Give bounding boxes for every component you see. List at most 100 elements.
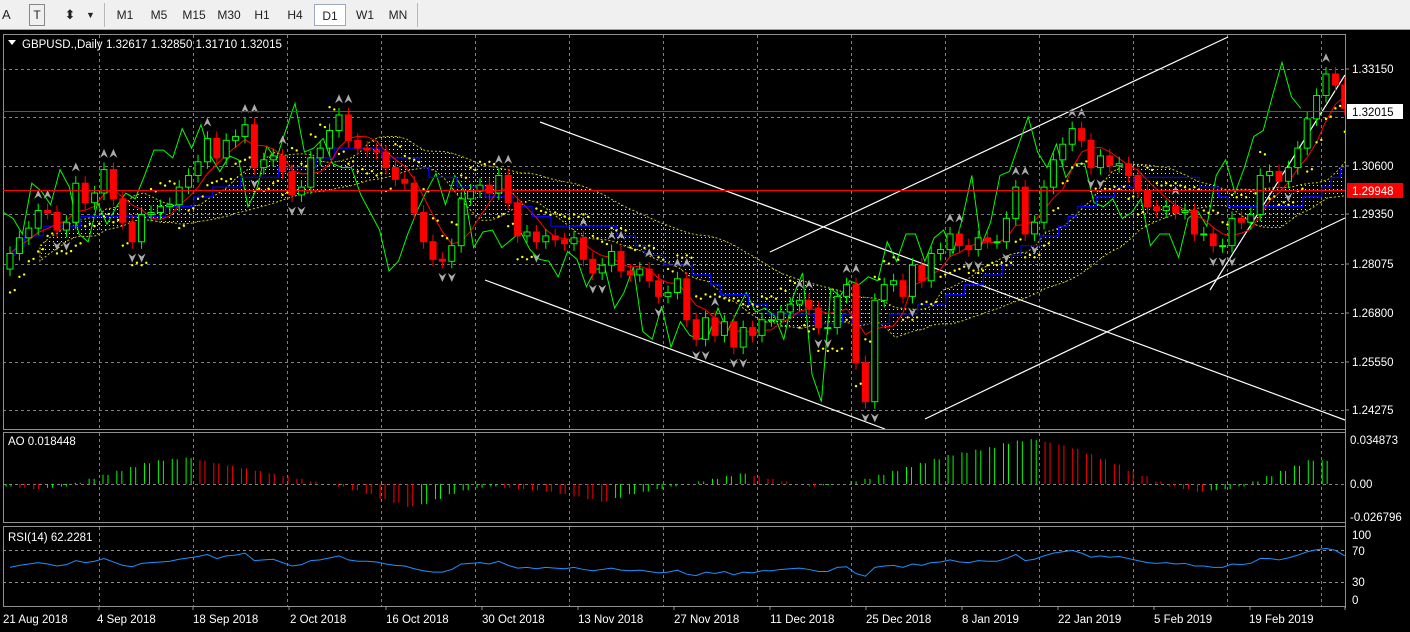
psar-dot bbox=[1301, 187, 1304, 190]
dropdown-triangle-icon[interactable] bbox=[8, 40, 16, 45]
psar-dot bbox=[206, 183, 209, 187]
psar-dot bbox=[417, 160, 421, 164]
awesome-oscillator-histogram bbox=[5, 439, 1328, 507]
psar-dot bbox=[939, 275, 942, 279]
text-tool-icon[interactable]: A bbox=[2, 4, 14, 26]
price-label: 1.33150 bbox=[1352, 64, 1394, 76]
ichimoku-cloud bbox=[39, 135, 1345, 339]
psar-dot bbox=[680, 256, 684, 259]
psar-dot bbox=[201, 195, 204, 198]
psar-dot bbox=[591, 234, 594, 238]
psar-dot bbox=[304, 164, 308, 168]
psar-dot bbox=[751, 302, 754, 306]
psar-dot bbox=[248, 156, 251, 159]
arrows-tool-icon[interactable]: ⬍ bbox=[60, 4, 80, 26]
psar-dot bbox=[817, 349, 820, 353]
psar-dot bbox=[1263, 153, 1267, 156]
bull-candle bbox=[777, 311, 785, 321]
psar-dot bbox=[13, 288, 16, 292]
bear-candle bbox=[1106, 155, 1114, 167]
psar-dot bbox=[1277, 203, 1281, 206]
timeframe-toolbar: A T ⬍ ▼ M1 M5 M15 M30 H1 H4 D1 W1 MN bbox=[0, 0, 1410, 30]
psar-dot bbox=[1226, 223, 1229, 226]
psar-dot bbox=[883, 260, 886, 263]
timeframe-m5-button[interactable]: M5 bbox=[144, 4, 174, 26]
psar-dot bbox=[596, 237, 599, 240]
psar-dot bbox=[586, 215, 590, 218]
psar-dot bbox=[239, 160, 242, 163]
bull-candle bbox=[166, 204, 174, 208]
psar-dot bbox=[521, 255, 524, 259]
psar-dot bbox=[32, 257, 35, 261]
bull-candle bbox=[833, 295, 841, 329]
psar-dot bbox=[948, 271, 952, 275]
bull-candle bbox=[664, 291, 672, 297]
text-label-tool-icon[interactable]: T bbox=[29, 4, 45, 26]
bear-candle bbox=[955, 233, 963, 247]
bear-candle bbox=[288, 171, 296, 196]
psar-dot bbox=[192, 207, 195, 210]
bear-candle bbox=[984, 237, 992, 243]
fractal-down-arrow bbox=[739, 358, 748, 368]
bear-candle bbox=[579, 237, 587, 260]
psar-dot bbox=[1259, 150, 1262, 154]
psar-dot bbox=[582, 213, 585, 216]
psar-dot bbox=[577, 215, 580, 218]
timeframe-mn-button[interactable]: MN bbox=[382, 4, 414, 26]
timeframe-d1-button[interactable]: D1 bbox=[314, 4, 346, 26]
psar-dot bbox=[234, 162, 237, 165]
psar-dot bbox=[704, 293, 707, 296]
bear-candle bbox=[730, 321, 738, 348]
timeframe-m15-button[interactable]: M15 bbox=[177, 4, 211, 26]
fractal-up-arrow bbox=[109, 148, 118, 158]
bear-candle bbox=[711, 317, 719, 336]
fractal-down-arrow bbox=[729, 358, 738, 368]
psar-dot bbox=[1221, 221, 1224, 224]
psar-dot bbox=[337, 152, 341, 156]
bull-candle bbox=[467, 190, 475, 200]
psar-dot bbox=[27, 260, 30, 263]
psar-dot bbox=[798, 326, 801, 329]
psar-dot bbox=[1066, 179, 1069, 183]
psar-dot bbox=[962, 265, 966, 268]
symbol-label: GBPUSD.,Daily bbox=[22, 39, 103, 51]
bull-candle bbox=[1181, 210, 1189, 213]
timeframe-h1-button[interactable]: H1 bbox=[248, 4, 276, 26]
psar-dot bbox=[1009, 261, 1013, 265]
date-label: 25 Dec 2018 bbox=[866, 614, 931, 626]
chevron-down-icon[interactable]: ▼ bbox=[86, 4, 96, 26]
timeframe-m30-button[interactable]: M30 bbox=[212, 4, 246, 26]
date-label: 19 Feb 2019 bbox=[1249, 614, 1314, 626]
date-label: 16 Oct 2018 bbox=[386, 614, 449, 626]
bull-candle bbox=[156, 206, 164, 213]
bear-candle bbox=[81, 182, 89, 204]
fractal-down-arrow bbox=[288, 206, 296, 216]
chart-header: GBPUSD.,Daily 1.32617 1.32850 1.31710 1.… bbox=[8, 39, 282, 51]
bull-candle bbox=[335, 114, 343, 132]
bear-candle bbox=[410, 182, 418, 213]
psar-dot bbox=[892, 256, 895, 259]
psar-dot bbox=[774, 297, 778, 300]
psar-dot bbox=[967, 271, 970, 275]
fractal-up-arrow bbox=[504, 154, 513, 164]
psar-dot bbox=[619, 226, 623, 230]
current-price-text: 1.32015 bbox=[1352, 107, 1394, 119]
timeframe-h4-button[interactable]: H4 bbox=[280, 4, 310, 26]
price-label: 1.26800 bbox=[1352, 308, 1394, 320]
psar-dot bbox=[826, 349, 829, 353]
psar-dot bbox=[1165, 182, 1168, 185]
timeframe-m1-button[interactable]: M1 bbox=[110, 4, 140, 26]
psar-dot bbox=[286, 191, 289, 194]
psar-dot bbox=[445, 237, 449, 240]
timeframe-w1-button[interactable]: W1 bbox=[350, 4, 380, 26]
ao-scale-label: 0.034873 bbox=[1350, 435, 1398, 447]
psar-dot bbox=[300, 162, 303, 165]
bear-candle bbox=[1237, 217, 1245, 223]
psar-dot bbox=[389, 187, 392, 190]
psar-dot bbox=[535, 207, 538, 210]
fractal-up-arrow bbox=[494, 154, 503, 164]
bear-candle bbox=[213, 137, 221, 159]
bull-candle bbox=[570, 237, 578, 245]
psar-dot bbox=[41, 247, 45, 251]
chart-canvas[interactable]: GBPUSD.,Daily 1.32617 1.32850 1.31710 1.… bbox=[0, 30, 1410, 632]
